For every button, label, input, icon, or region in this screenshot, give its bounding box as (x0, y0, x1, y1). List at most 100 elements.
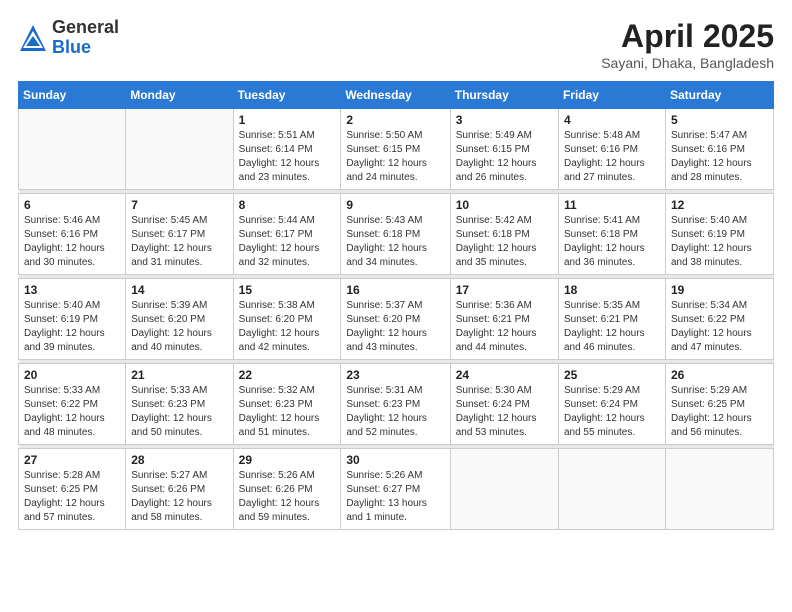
day-number: 15 (239, 283, 336, 297)
table-row: 1 Sunrise: 5:51 AMSunset: 6:14 PMDaylight… (233, 109, 341, 190)
day-info: Sunrise: 5:50 AMSunset: 6:15 PMDaylight:… (346, 129, 444, 185)
day-info: Sunrise: 5:48 AMSunset: 6:16 PMDaylight:… (564, 129, 660, 185)
table-row: 24 Sunrise: 5:30 AMSunset: 6:24 PMDayligh… (450, 364, 558, 445)
table-row (665, 449, 773, 530)
table-row: 26 Sunrise: 5:29 AMSunset: 6:25 PMDayligh… (665, 364, 773, 445)
table-row: 15 Sunrise: 5:38 AMSunset: 6:20 PMDayligh… (233, 279, 341, 360)
table-row (450, 449, 558, 530)
day-number: 5 (671, 113, 768, 127)
table-row: 7 Sunrise: 5:45 AMSunset: 6:17 PMDaylight… (126, 194, 233, 275)
table-row: 2 Sunrise: 5:50 AMSunset: 6:15 PMDaylight… (341, 109, 450, 190)
day-number: 24 (456, 368, 553, 382)
day-info: Sunrise: 5:30 AMSunset: 6:24 PMDaylight:… (456, 384, 553, 440)
day-number: 20 (24, 368, 120, 382)
day-info: Sunrise: 5:45 AMSunset: 6:17 PMDaylight:… (131, 214, 227, 270)
day-info: Sunrise: 5:40 AMSunset: 6:19 PMDaylight:… (24, 299, 120, 355)
table-row: 16 Sunrise: 5:37 AMSunset: 6:20 PMDayligh… (341, 279, 450, 360)
page: General Blue April 2025 Sayani, Dhaka, B… (0, 0, 792, 612)
day-number: 21 (131, 368, 227, 382)
day-info: Sunrise: 5:47 AMSunset: 6:16 PMDaylight:… (671, 129, 768, 185)
day-number: 27 (24, 453, 120, 467)
table-row: 22Sunrise: 5:32 AMSunset: 6:23 PMDayligh… (233, 364, 341, 445)
col-tuesday: Tuesday (233, 82, 341, 109)
logo-general-text: General (52, 18, 119, 38)
day-info: Sunrise: 5:41 AMSunset: 6:18 PMDaylight:… (564, 214, 660, 270)
day-number: 19 (671, 283, 768, 297)
day-info: Sunrise: 5:33 AMSunset: 6:22 PMDaylight:… (24, 384, 120, 440)
table-row (126, 109, 233, 190)
day-info: Sunrise: 5:40 AMSunset: 6:19 PMDaylight:… (671, 214, 768, 270)
table-row: 3 Sunrise: 5:49 AMSunset: 6:15 PMDaylight… (450, 109, 558, 190)
day-info: Sunrise: 5:42 AMSunset: 6:18 PMDaylight:… (456, 214, 553, 270)
day-info: Sunrise: 5:51 AMSunset: 6:14 PMDaylight:… (239, 129, 336, 185)
day-number: 9 (346, 198, 444, 212)
day-number: 3 (456, 113, 553, 127)
table-row (19, 109, 126, 190)
day-number: 18 (564, 283, 660, 297)
table-row: 10 Sunrise: 5:42 AMSunset: 6:18 PMDayligh… (450, 194, 558, 275)
logo-text: General Blue (52, 18, 119, 58)
main-title: April 2025 (601, 18, 774, 55)
table-row: 18Sunrise: 5:35 AMSunset: 6:21 PMDayligh… (558, 279, 665, 360)
col-monday: Monday (126, 82, 233, 109)
day-info: Sunrise: 5:34 AMSunset: 6:22 PMDaylight:… (671, 299, 768, 355)
table-row: 11 Sunrise: 5:41 AMSunset: 6:18 PMDayligh… (558, 194, 665, 275)
col-sunday: Sunday (19, 82, 126, 109)
day-info: Sunrise: 5:39 AMSunset: 6:20 PMDaylight:… (131, 299, 227, 355)
calendar-week-row: 1 Sunrise: 5:51 AMSunset: 6:14 PMDaylight… (19, 109, 774, 190)
day-number: 17 (456, 283, 553, 297)
table-row: 20 Sunrise: 5:33 AMSunset: 6:22 PMDayligh… (19, 364, 126, 445)
subtitle: Sayani, Dhaka, Bangladesh (601, 55, 774, 71)
table-row: 19 Sunrise: 5:34 AMSunset: 6:22 PMDayligh… (665, 279, 773, 360)
logo-blue-text: Blue (52, 38, 119, 58)
table-row: 4 Sunrise: 5:48 AMSunset: 6:16 PMDaylight… (558, 109, 665, 190)
col-thursday: Thursday (450, 82, 558, 109)
day-info: Sunrise: 5:33 AMSunset: 6:23 PMDaylight:… (131, 384, 227, 440)
calendar-week-row: 13 Sunrise: 5:40 AMSunset: 6:19 PMDayligh… (19, 279, 774, 360)
day-info: Sunrise: 5:49 AMSunset: 6:15 PMDaylight:… (456, 129, 553, 185)
table-row: 6 Sunrise: 5:46 AMSunset: 6:16 PMDaylight… (19, 194, 126, 275)
day-number: 13 (24, 283, 120, 297)
table-row (558, 449, 665, 530)
table-row: 28Sunrise: 5:27 AMSunset: 6:26 PMDayligh… (126, 449, 233, 530)
day-info: Sunrise: 5:28 AMSunset: 6:25 PMDaylight:… (24, 469, 120, 525)
day-number: 4 (564, 113, 660, 127)
table-row: 23Sunrise: 5:31 AMSunset: 6:23 PMDayligh… (341, 364, 450, 445)
col-friday: Friday (558, 82, 665, 109)
day-number: 2 (346, 113, 444, 127)
calendar-week-row: 27 Sunrise: 5:28 AMSunset: 6:25 PMDayligh… (19, 449, 774, 530)
day-info: Sunrise: 5:43 AMSunset: 6:18 PMDaylight:… (346, 214, 444, 270)
day-info: Sunrise: 5:29 AMSunset: 6:24 PMDaylight:… (564, 384, 660, 440)
day-number: 16 (346, 283, 444, 297)
calendar-week-row: 20 Sunrise: 5:33 AMSunset: 6:22 PMDayligh… (19, 364, 774, 445)
day-number: 12 (671, 198, 768, 212)
table-row: 29Sunrise: 5:26 AMSunset: 6:26 PMDayligh… (233, 449, 341, 530)
day-number: 25 (564, 368, 660, 382)
day-number: 30 (346, 453, 444, 467)
title-block: April 2025 Sayani, Dhaka, Bangladesh (601, 18, 774, 71)
logo: General Blue (18, 18, 119, 58)
day-info: Sunrise: 5:26 AMSunset: 6:26 PMDaylight:… (239, 469, 336, 525)
day-number: 14 (131, 283, 227, 297)
day-info: Sunrise: 5:29 AMSunset: 6:25 PMDaylight:… (671, 384, 768, 440)
day-number: 1 (239, 113, 336, 127)
day-number: 10 (456, 198, 553, 212)
day-info: Sunrise: 5:31 AMSunset: 6:23 PMDaylight:… (346, 384, 444, 440)
day-number: 7 (131, 198, 227, 212)
day-info: Sunrise: 5:38 AMSunset: 6:20 PMDaylight:… (239, 299, 336, 355)
table-row: 27 Sunrise: 5:28 AMSunset: 6:25 PMDayligh… (19, 449, 126, 530)
day-number: 8 (239, 198, 336, 212)
table-row: 9 Sunrise: 5:43 AMSunset: 6:18 PMDaylight… (341, 194, 450, 275)
col-saturday: Saturday (665, 82, 773, 109)
logo-icon (18, 23, 48, 53)
table-row: 25 Sunrise: 5:29 AMSunset: 6:24 PMDayligh… (558, 364, 665, 445)
day-info: Sunrise: 5:37 AMSunset: 6:20 PMDaylight:… (346, 299, 444, 355)
day-number: 26 (671, 368, 768, 382)
header: General Blue April 2025 Sayani, Dhaka, B… (18, 18, 774, 71)
day-number: 6 (24, 198, 120, 212)
day-info: Sunrise: 5:46 AMSunset: 6:16 PMDaylight:… (24, 214, 120, 270)
table-row: 17Sunrise: 5:36 AMSunset: 6:21 PMDayligh… (450, 279, 558, 360)
table-row: 8Sunrise: 5:44 AMSunset: 6:17 PMDaylight… (233, 194, 341, 275)
col-wednesday: Wednesday (341, 82, 450, 109)
day-number: 11 (564, 198, 660, 212)
